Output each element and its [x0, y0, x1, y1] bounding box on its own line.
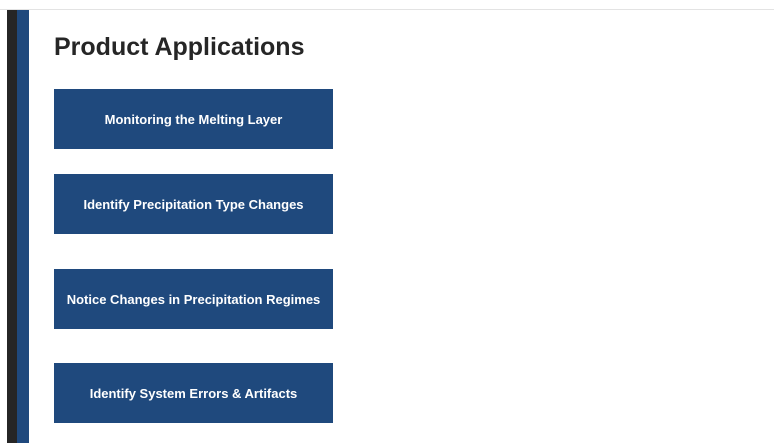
- side-accent-bar-dark: [7, 10, 17, 443]
- side-accent-bar-blue: [17, 10, 29, 443]
- identify-system-errors-button[interactable]: Identify System Errors & Artifacts: [54, 363, 333, 423]
- top-divider: [0, 9, 774, 10]
- notice-precipitation-regime-changes-button[interactable]: Notice Changes in Precipitation Regimes: [54, 269, 333, 329]
- monitoring-melting-layer-button[interactable]: Monitoring the Melting Layer: [54, 89, 333, 149]
- identify-precipitation-type-changes-button[interactable]: Identify Precipitation Type Changes: [54, 174, 333, 234]
- page-title: Product Applications: [54, 33, 305, 61]
